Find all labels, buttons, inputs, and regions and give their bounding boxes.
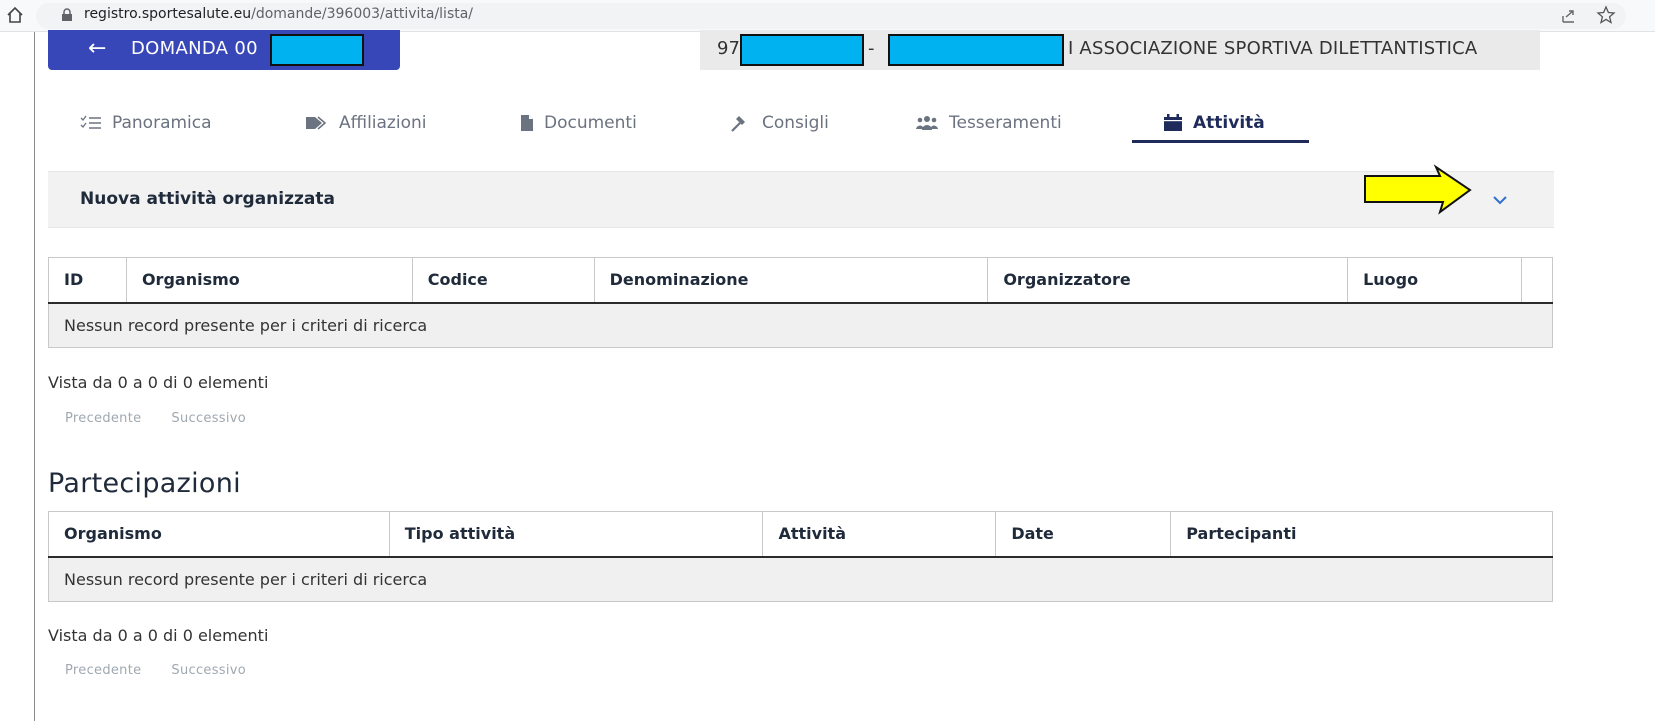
page-left-border (34, 32, 35, 721)
lock-icon (62, 8, 72, 21)
users-icon (916, 116, 938, 130)
previous-page-button[interactable]: Precedente (65, 411, 141, 426)
empty-table-message: Nessun record presente per i criteri di … (48, 556, 1553, 602)
pagination: Precedente Successivo (65, 663, 276, 678)
tab-label: Panoramica (112, 113, 212, 133)
redaction-box (740, 34, 864, 66)
tab-label: Affiliazioni (339, 113, 427, 133)
gavel-icon (731, 116, 745, 132)
bookmark-star-icon[interactable] (1596, 5, 1616, 25)
arrow-left-icon: ← (88, 36, 107, 61)
tab-attivita[interactable]: Attività (1163, 108, 1265, 138)
column-header-partecipanti[interactable]: Partecipanti (1170, 511, 1553, 558)
column-header-denominazione[interactable]: Denominazione (593, 257, 989, 304)
column-header-id[interactable]: ID (48, 257, 127, 304)
tab-consigli[interactable]: Consigli (730, 108, 829, 138)
file-icon (521, 115, 533, 131)
column-header-actions (1520, 257, 1554, 304)
tab-tesseramenti[interactable]: Tesseramenti (915, 108, 1062, 138)
column-header-luogo[interactable]: Luogo (1347, 257, 1522, 304)
table-row: Nessun record presente per i criteri di … (48, 302, 1553, 348)
title-separator: - (868, 38, 875, 59)
list-check-icon (80, 115, 101, 129)
pagination: Precedente Successivo (65, 411, 276, 426)
home-icon[interactable] (6, 6, 24, 24)
column-header-codice[interactable]: Codice (411, 257, 595, 304)
tab-panoramica[interactable]: Panoramica (80, 108, 212, 138)
organization-code: 97 (717, 38, 740, 59)
browser-address-bar: registro.sportesalute.eu/domande/396003/… (0, 0, 1655, 32)
column-header-tipo-attivita[interactable]: Tipo attività (388, 511, 764, 558)
column-header-organismo[interactable]: Organismo (125, 257, 413, 304)
organization-name: I ASSOCIAZIONE SPORTIVA DILETTANTISTICA (1068, 38, 1478, 59)
participations-title: Partecipazioni (48, 468, 241, 499)
chevron-down-icon[interactable] (1490, 190, 1510, 210)
calendar-icon (1164, 114, 1182, 131)
column-header-attivita[interactable]: Attività (762, 511, 997, 558)
annotation-arrow (1364, 164, 1472, 215)
table-info: Vista da 0 a 0 di 0 elementi (48, 626, 269, 645)
share-icon[interactable] (1560, 7, 1578, 25)
column-header-date[interactable]: Date (995, 511, 1172, 558)
tab-label: Consigli (762, 113, 829, 133)
tab-affiliazioni[interactable]: Affiliazioni (305, 108, 426, 138)
tab-label: Documenti (544, 113, 637, 133)
next-page-button[interactable]: Successivo (171, 411, 246, 426)
url-text: registro.sportesalute.eu/domande/396003/… (84, 6, 474, 22)
redaction-box (888, 34, 1064, 66)
column-header-organizzatore[interactable]: Organizzatore (987, 257, 1349, 304)
participations-table: Organismo Tipo attività Attività Date Pa… (48, 511, 1553, 602)
next-page-button[interactable]: Successivo (171, 663, 246, 678)
active-tab-indicator (1132, 140, 1309, 143)
panel-title: Nuova attività organizzata (80, 189, 335, 209)
tab-label: Attività (1193, 113, 1265, 133)
table-info: Vista da 0 a 0 di 0 elementi (48, 373, 269, 392)
activities-table: ID Organismo Codice Denominazione Organi… (48, 257, 1554, 348)
redaction-box (270, 34, 364, 66)
column-header-organismo[interactable]: Organismo (48, 511, 390, 558)
tab-label: Tesseramenti (949, 113, 1062, 133)
tag-icon (306, 116, 327, 130)
empty-table-message: Nessun record presente per i criteri di … (48, 302, 1553, 348)
table-row: Nessun record presente per i criteri di … (48, 556, 1553, 602)
tab-documenti[interactable]: Documenti (520, 108, 637, 138)
previous-page-button[interactable]: Precedente (65, 663, 141, 678)
back-button-label: DOMANDA 00 (131, 38, 258, 59)
